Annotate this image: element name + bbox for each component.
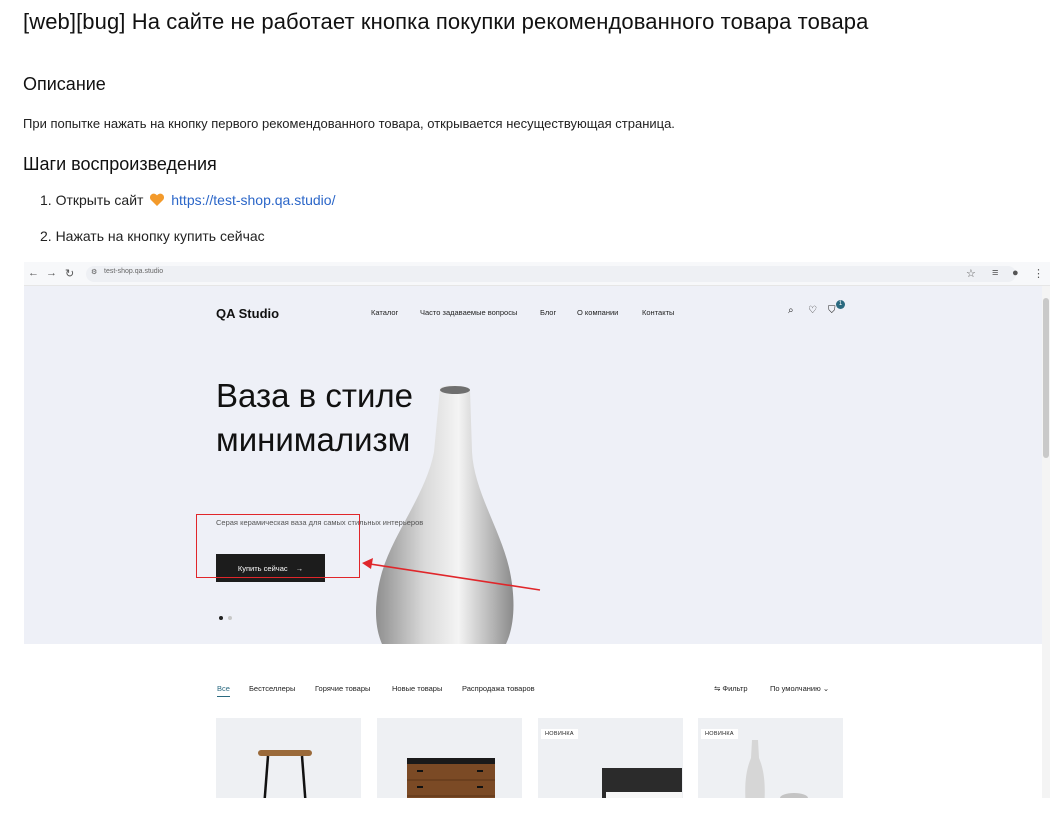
hero-title-line-2: минимализм bbox=[216, 421, 411, 458]
product-card-stool[interactable] bbox=[216, 718, 361, 798]
step-1: 1. Открыть сайт https://test-shop.qa.stu… bbox=[40, 192, 335, 208]
tab-hot[interactable]: Горячие товары bbox=[315, 684, 370, 693]
bookmark-star-icon[interactable]: ☆ bbox=[966, 267, 976, 280]
reading-list-icon[interactable]: ≡ bbox=[992, 267, 998, 279]
tab-bestsellers[interactable]: Бестселлеры bbox=[249, 684, 295, 693]
stool-image bbox=[258, 750, 312, 798]
chevron-down-icon: ⌄ bbox=[822, 684, 830, 693]
nav-blog[interactable]: Блог bbox=[540, 308, 556, 317]
nav-about[interactable]: О компании bbox=[577, 308, 618, 317]
step-1-text: 1. Открыть сайт bbox=[40, 192, 144, 208]
forward-icon[interactable]: → bbox=[46, 267, 57, 279]
filter-sliders-icon: ⇋ bbox=[714, 684, 721, 693]
new-badge: НОВИНКА bbox=[541, 729, 578, 739]
browser-toolbar: ← → ↻ ⚙ test-shop.qa.studio ☆ ≡ ● ⋮ bbox=[24, 262, 1050, 286]
tab-all[interactable]: Все bbox=[217, 684, 230, 697]
site-logo[interactable]: QA Studio bbox=[216, 306, 279, 321]
sort-dropdown[interactable]: По умолчанию ⌄ bbox=[770, 684, 829, 693]
nav-contacts[interactable]: Контакты bbox=[642, 308, 674, 317]
step-2: 2. Нажать на кнопку купить сейчас bbox=[40, 228, 265, 244]
embedded-screenshot: ← → ↻ ⚙ test-shop.qa.studio ☆ ≡ ● ⋮ QA S… bbox=[24, 262, 1050, 798]
filter-button[interactable]: ⇋ Фильтр bbox=[714, 684, 748, 693]
scrollbar-thumb[interactable] bbox=[1043, 298, 1049, 458]
tab-all-label: Все bbox=[217, 684, 230, 697]
annotation-highlight-box bbox=[196, 514, 360, 578]
description-heading: Описание bbox=[23, 74, 106, 94]
issue-title: [web][bug] На сайте не работает кнопка п… bbox=[23, 9, 869, 34]
description-text: При попытке нажать на кнопку первого рек… bbox=[23, 116, 675, 131]
address-text[interactable]: test-shop.qa.studio bbox=[104, 268, 163, 275]
nav-faq[interactable]: Часто задаваемые вопросы bbox=[420, 308, 517, 317]
filter-label: Фильтр bbox=[722, 684, 748, 693]
back-icon[interactable]: ← bbox=[28, 267, 39, 279]
steps-heading: Шаги воспроизведения bbox=[23, 154, 217, 174]
site-link[interactable]: https://test-shop.qa.studio/ bbox=[171, 192, 335, 208]
cart-icon[interactable]: ⛉ bbox=[828, 305, 836, 316]
hero-section: QA Studio Каталог Часто задаваемые вопро… bbox=[24, 286, 1050, 644]
slider-dot[interactable] bbox=[228, 616, 232, 620]
address-bar[interactable] bbox=[86, 266, 1016, 282]
hero-title-line-1: Ваза в стиле bbox=[216, 377, 414, 414]
profile-icon[interactable]: ● bbox=[1012, 267, 1019, 279]
new-badge: НОВИНКА bbox=[701, 729, 738, 739]
tab-new[interactable]: Новые товары bbox=[392, 684, 442, 693]
hero-title: Ваза в стиле минимализм bbox=[216, 374, 413, 462]
wishlist-heart-icon[interactable]: ♡ bbox=[808, 305, 817, 316]
nav-catalog[interactable]: Каталог bbox=[371, 308, 398, 317]
sort-label: По умолчанию bbox=[770, 684, 821, 693]
cabinet-image bbox=[407, 758, 495, 798]
slider-dot-active[interactable] bbox=[219, 616, 223, 620]
product-card-bed[interactable]: НОВИНКА bbox=[538, 718, 683, 798]
search-icon[interactable]: ⌕ bbox=[788, 305, 794, 316]
orange-heart-icon bbox=[150, 193, 165, 206]
tab-sale[interactable]: Распродажа товаров bbox=[462, 684, 535, 693]
cart-count-badge: 1 bbox=[836, 300, 845, 309]
menu-icon[interactable]: ⋮ bbox=[1033, 267, 1044, 280]
site-settings-icon[interactable]: ⚙ bbox=[91, 268, 97, 276]
product-card-cabinet[interactable] bbox=[377, 718, 522, 798]
reload-icon[interactable]: ↻ bbox=[65, 267, 74, 280]
product-card-vases[interactable]: НОВИНКА bbox=[698, 718, 843, 798]
